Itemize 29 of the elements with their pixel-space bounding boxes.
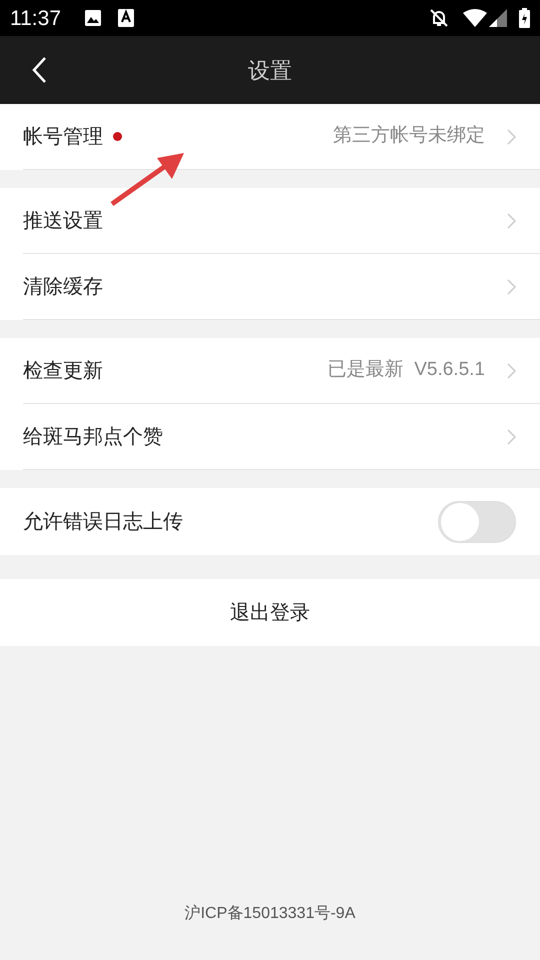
signal-icon <box>489 9 507 27</box>
chevron-icon <box>507 128 516 144</box>
font-icon <box>118 9 134 27</box>
status-time: 11:37 <box>10 8 61 28</box>
row-value: 已是最新 V5.6.5.1 <box>328 358 485 382</box>
chevron-icon <box>507 362 516 378</box>
settings-row[interactable]: 检查更新 已是最新 V5.6.5.1 <box>23 338 540 404</box>
bell-off-icon <box>429 8 449 28</box>
icp-footer: 沪ICP备15013331号-9A <box>184 902 356 960</box>
chevron-icon <box>507 278 516 294</box>
row-label: 给斑马邦点个赞 <box>23 424 163 450</box>
row-value: 第三方帐号未绑定 <box>333 124 485 148</box>
battery-icon <box>519 8 530 28</box>
settings-row[interactable]: 清除缓存 <box>23 254 540 320</box>
logout-button[interactable]: 退出登录 <box>0 579 540 646</box>
chevron-icon <box>507 212 516 228</box>
image-icon <box>84 9 102 27</box>
wifi-icon <box>463 9 487 27</box>
row-label: 清除缓存 <box>23 274 103 300</box>
toggle-switch[interactable] <box>438 500 516 542</box>
row-label: 帐号管理 <box>23 124 103 150</box>
row-label: 检查更新 <box>23 358 103 384</box>
settings-row[interactable]: 推送设置 <box>23 188 540 254</box>
row-label: 推送设置 <box>23 208 103 234</box>
settings-row[interactable]: 给斑马邦点个赞 <box>23 404 540 470</box>
chevron-icon <box>507 428 516 444</box>
page-title: 设置 <box>248 56 292 84</box>
back-icon[interactable] <box>31 56 47 84</box>
row-label: 允许错误日志上传 <box>23 510 183 534</box>
